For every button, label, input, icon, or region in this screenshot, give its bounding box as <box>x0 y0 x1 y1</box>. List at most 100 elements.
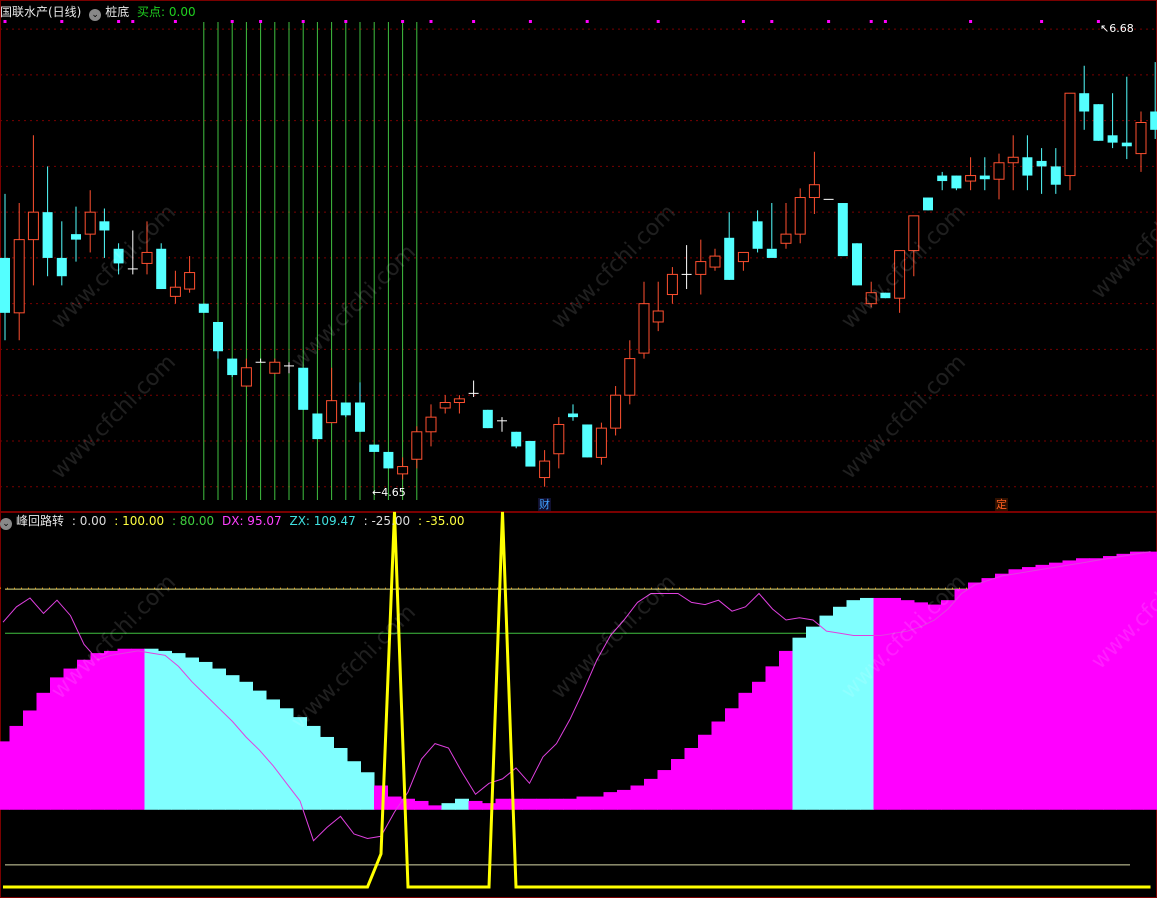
candle-body <box>27 211 39 241</box>
indicator-bar <box>1116 553 1131 810</box>
indicator-bar <box>455 798 469 810</box>
indicator-bar <box>779 650 793 810</box>
candle-body <box>42 212 53 258</box>
low-price-label: ←4.65 <box>372 486 406 499</box>
candle-body <box>369 444 380 452</box>
indicator-bar <box>9 725 24 810</box>
indicator-bar <box>954 589 969 810</box>
indicator-bar <box>522 798 537 810</box>
indicator-bar <box>833 606 847 810</box>
indicator-bar <box>414 800 429 810</box>
watermark-text: www.cfchi.com <box>1087 170 1157 304</box>
indicator-bar <box>333 747 348 810</box>
candle-body <box>624 358 636 396</box>
indicator-bar <box>225 675 240 810</box>
candle-body <box>1050 166 1061 185</box>
indicator-bar <box>441 803 456 810</box>
indicator-bar <box>738 692 753 810</box>
top-marker <box>429 20 433 23</box>
indicator-bar <box>185 657 199 810</box>
indicator-bar <box>725 708 739 810</box>
top-marker <box>770 20 774 23</box>
main-panel-frame <box>0 0 1157 512</box>
candle-body <box>13 239 25 314</box>
indicator-bar <box>549 798 564 810</box>
candle-body <box>1135 121 1147 155</box>
indicator-bar <box>860 597 874 810</box>
indicator-bar <box>1049 562 1063 810</box>
candle-body <box>610 394 622 429</box>
indicator-bar <box>630 785 645 810</box>
ref-100-value: : 100.00 <box>114 514 165 528</box>
candle-body <box>937 175 948 182</box>
top-marker <box>883 20 887 23</box>
indicator-bar <box>576 796 591 810</box>
top-marker <box>401 20 405 23</box>
indicator-bar <box>428 805 442 810</box>
indicator-bar <box>819 615 834 810</box>
ref-zero-value: : 0.00 <box>71 514 107 528</box>
candle-body <box>1093 104 1104 141</box>
watermark-text: www.cfchi.com <box>47 350 181 484</box>
top-marker <box>741 20 745 23</box>
indicator-bar <box>590 796 604 810</box>
candle-body <box>808 184 820 199</box>
ding-badge[interactable]: 定 <box>995 498 1008 511</box>
candle-body <box>312 413 323 440</box>
candle-body <box>525 440 536 467</box>
sub-indicator-name[interactable]: 峰回路转 <box>16 514 64 528</box>
indicator-bar <box>495 798 510 810</box>
indicator-name[interactable]: 桩底 <box>105 5 129 19</box>
indicator-bar <box>0 741 10 810</box>
candle-body <box>482 409 493 429</box>
candle-body <box>582 424 593 458</box>
indicator-bar <box>981 578 996 810</box>
indicator-bar <box>158 650 172 810</box>
indicator-bar <box>1062 560 1077 810</box>
zx-value: ZX: 109.47 <box>289 514 356 528</box>
indicator-bar <box>968 582 982 810</box>
settings-icon[interactable]: ⌄ <box>0 518 12 530</box>
top-marker <box>585 20 589 23</box>
indicator-bar <box>1008 569 1023 810</box>
buy-point-value: 买点: 0.00 <box>137 5 196 19</box>
candle-body <box>951 175 962 189</box>
candle-body <box>923 197 933 211</box>
candle-body <box>439 402 451 409</box>
cai-badge[interactable]: 财 <box>538 498 551 511</box>
indicator-bar <box>401 798 415 810</box>
candle-body <box>965 175 977 182</box>
indicator-bar <box>1130 551 1144 810</box>
candle-body <box>752 221 763 249</box>
indicator-bar <box>603 792 618 810</box>
indicator-bar <box>1022 567 1036 810</box>
indicator-bar <box>360 772 375 810</box>
candle-body <box>84 211 96 235</box>
candle-body <box>780 233 792 244</box>
candle-body <box>269 361 281 374</box>
indicator-bar <box>657 770 672 810</box>
high-price-label: ↖6.68 <box>1100 22 1134 35</box>
candle-body <box>1022 157 1033 176</box>
indicator-bar <box>711 721 726 810</box>
indicator-bar <box>306 725 321 810</box>
candle-body <box>709 255 721 268</box>
indicator-bar <box>765 666 780 810</box>
indicator-bar <box>671 759 685 810</box>
candle-body <box>0 257 10 313</box>
candle-body <box>397 466 409 475</box>
top-marker <box>259 20 263 23</box>
top-marker <box>656 20 660 23</box>
candle-body <box>511 431 522 447</box>
indicator-bar <box>684 747 699 810</box>
settings-icon[interactable]: ⌄ <box>89 9 102 21</box>
indicator-bar <box>846 600 861 810</box>
candle-body <box>695 261 707 275</box>
watermark-text: www.cfchi.com <box>837 350 971 484</box>
top-marker <box>827 20 831 23</box>
indicator-bar <box>873 597 888 810</box>
watermark-text: www.cfchi.com <box>287 240 421 374</box>
indicator-bar <box>144 648 159 810</box>
indicator-bar <box>806 626 820 810</box>
watermark-text: www.cfchi.com <box>547 570 681 704</box>
